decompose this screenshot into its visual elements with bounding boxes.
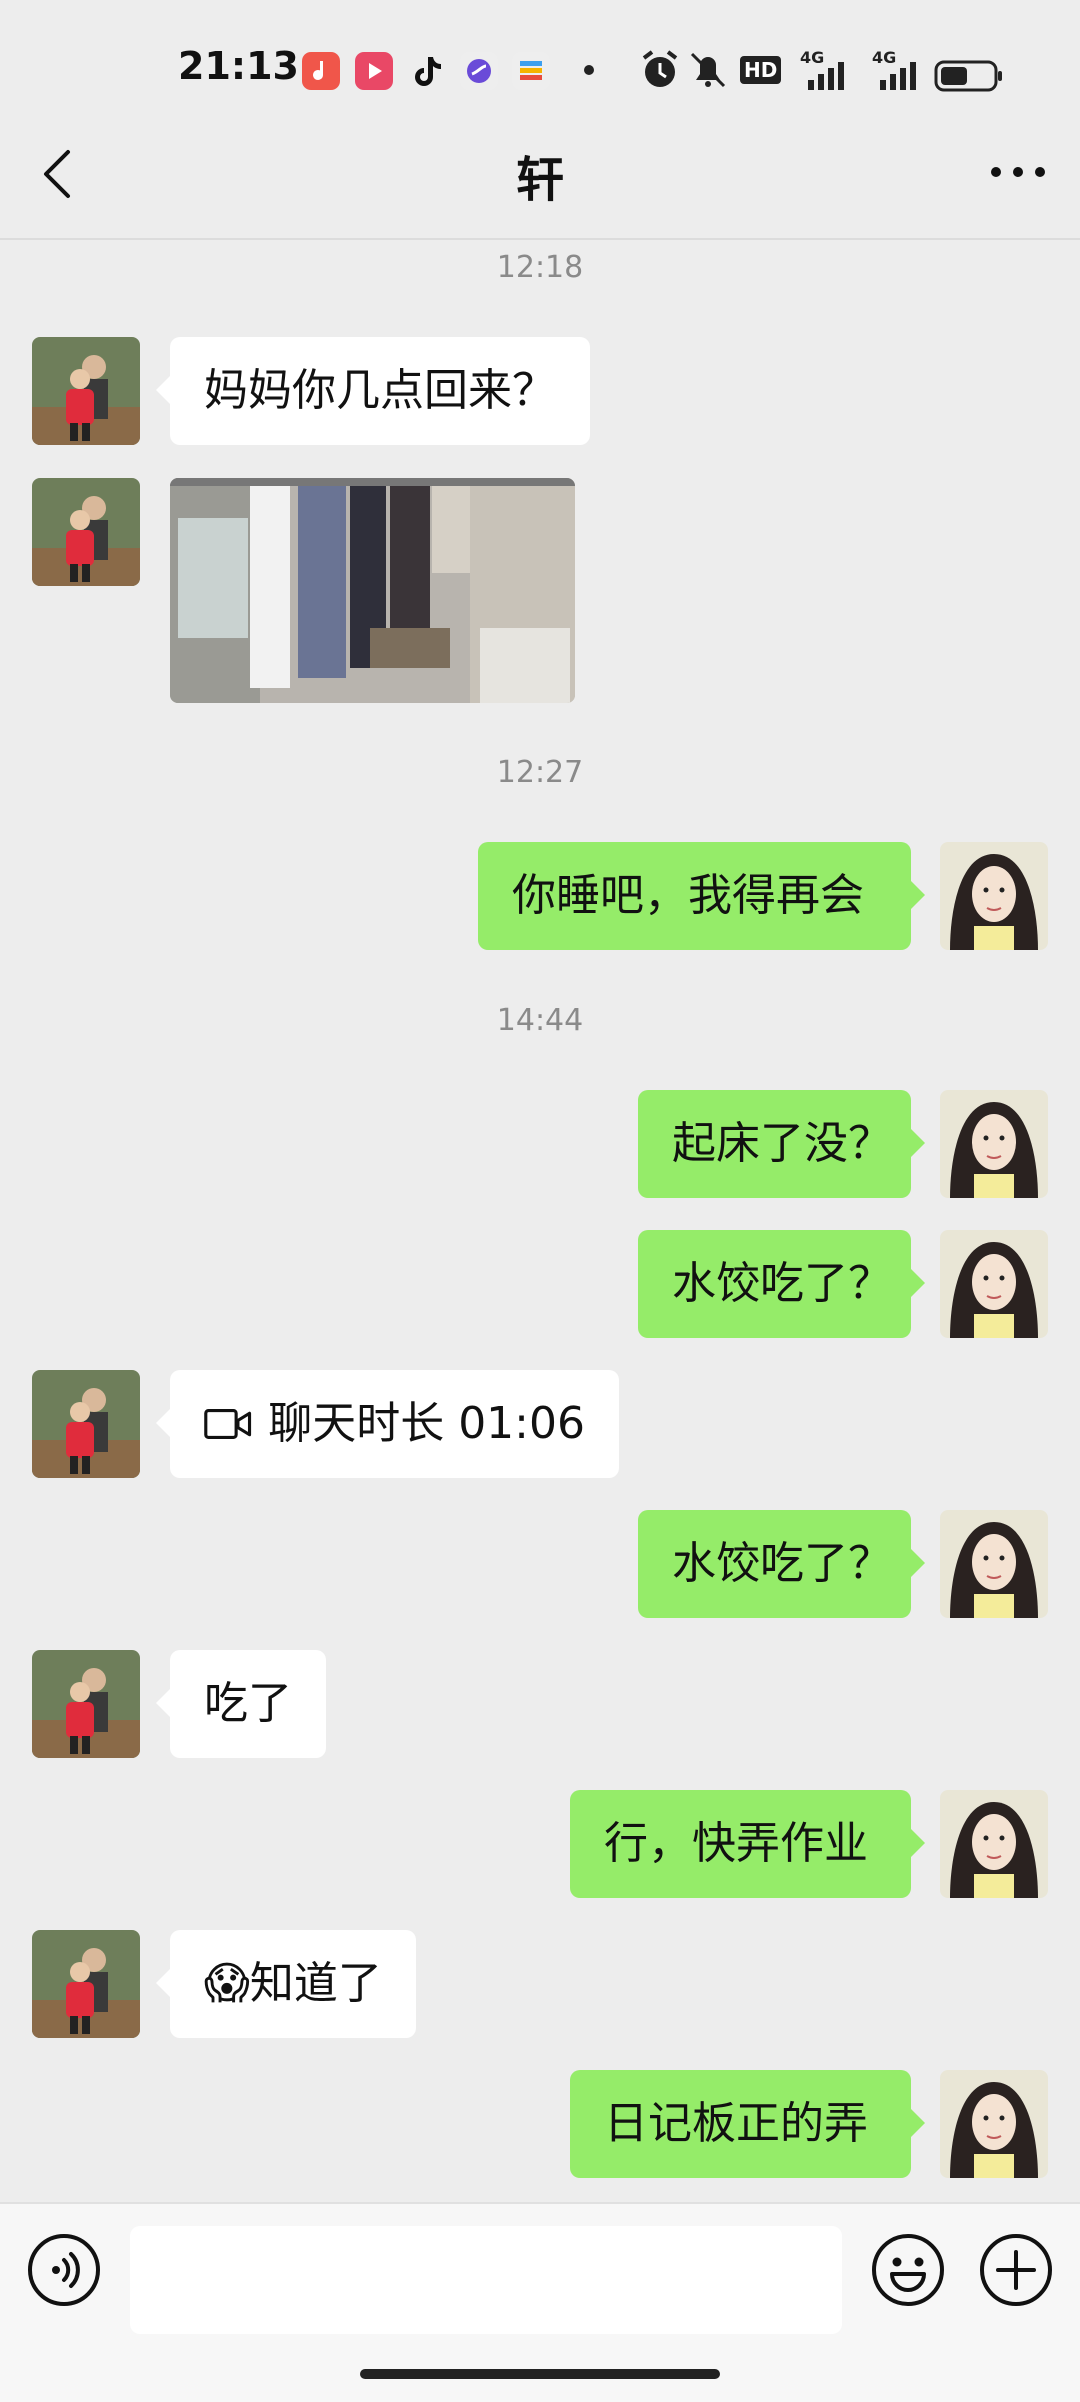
message-input[interactable]: [130, 2226, 842, 2334]
message-bubble-outgoing[interactable]: 日记板正的弄: [570, 2070, 925, 2178]
tiktok-icon: [408, 52, 446, 90]
video-call-icon: [204, 1409, 252, 1439]
timestamp: 12:18: [496, 250, 584, 285]
avatar-self[interactable]: [940, 842, 1048, 950]
avatar-contact[interactable]: [32, 1650, 140, 1758]
music-icon: [302, 52, 340, 90]
avatar-contact[interactable]: [32, 337, 140, 445]
emoji-icon[interactable]: [870, 2232, 946, 2308]
message-bubble-incoming[interactable]: 妈妈你几点回来？: [156, 337, 590, 445]
message-bubble-outgoing[interactable]: 你睡吧，我得再会: [478, 842, 925, 950]
wallet-icon: [512, 52, 550, 90]
chat-header: 轩: [0, 100, 1080, 240]
chat-title: 轩: [515, 152, 564, 208]
avatar-contact[interactable]: [32, 1930, 140, 2038]
message-bubble-outgoing[interactable]: 水饺吃了？: [638, 1230, 925, 1338]
more-icon[interactable]: [988, 152, 1048, 192]
message-bubble-outgoing[interactable]: 起床了没？: [638, 1090, 925, 1198]
avatar-self[interactable]: [940, 1510, 1048, 1618]
plus-icon[interactable]: [978, 2232, 1054, 2308]
home-indicator[interactable]: [360, 2369, 720, 2379]
message-bubble-incoming[interactable]: 😱知道了: [156, 1930, 416, 2038]
status-time: 21:13: [178, 44, 299, 88]
battery-icon: [934, 60, 1002, 92]
timestamp: 14:44: [496, 1003, 584, 1038]
image-message[interactable]: [170, 478, 575, 703]
avatar-self[interactable]: [940, 1790, 1048, 1898]
message-bubble-incoming[interactable]: 吃了: [156, 1650, 326, 1758]
timestamp: 12:27: [496, 755, 584, 790]
voice-icon[interactable]: [26, 2232, 102, 2308]
video-icon: [355, 52, 393, 90]
message-bubble-outgoing[interactable]: 行，快弄作业: [570, 1790, 925, 1898]
avatar-contact[interactable]: [32, 478, 140, 586]
video-call-bubble[interactable]: 聊天时长 01:06: [156, 1370, 619, 1478]
hd-icon: HD: [740, 56, 782, 84]
notification-dot: [584, 65, 594, 75]
app-icon: [460, 52, 498, 90]
call-duration-text: 聊天时长 01:06: [268, 1398, 585, 1449]
mute-icon: [690, 52, 726, 88]
alarm-icon: [642, 50, 678, 87]
avatar-self[interactable]: [940, 1230, 1048, 1338]
avatar-self[interactable]: [940, 2070, 1048, 2178]
avatar-contact[interactable]: [32, 1370, 140, 1478]
avatar-self[interactable]: [940, 1090, 1048, 1198]
message-bubble-outgoing[interactable]: 水饺吃了？: [638, 1510, 925, 1618]
